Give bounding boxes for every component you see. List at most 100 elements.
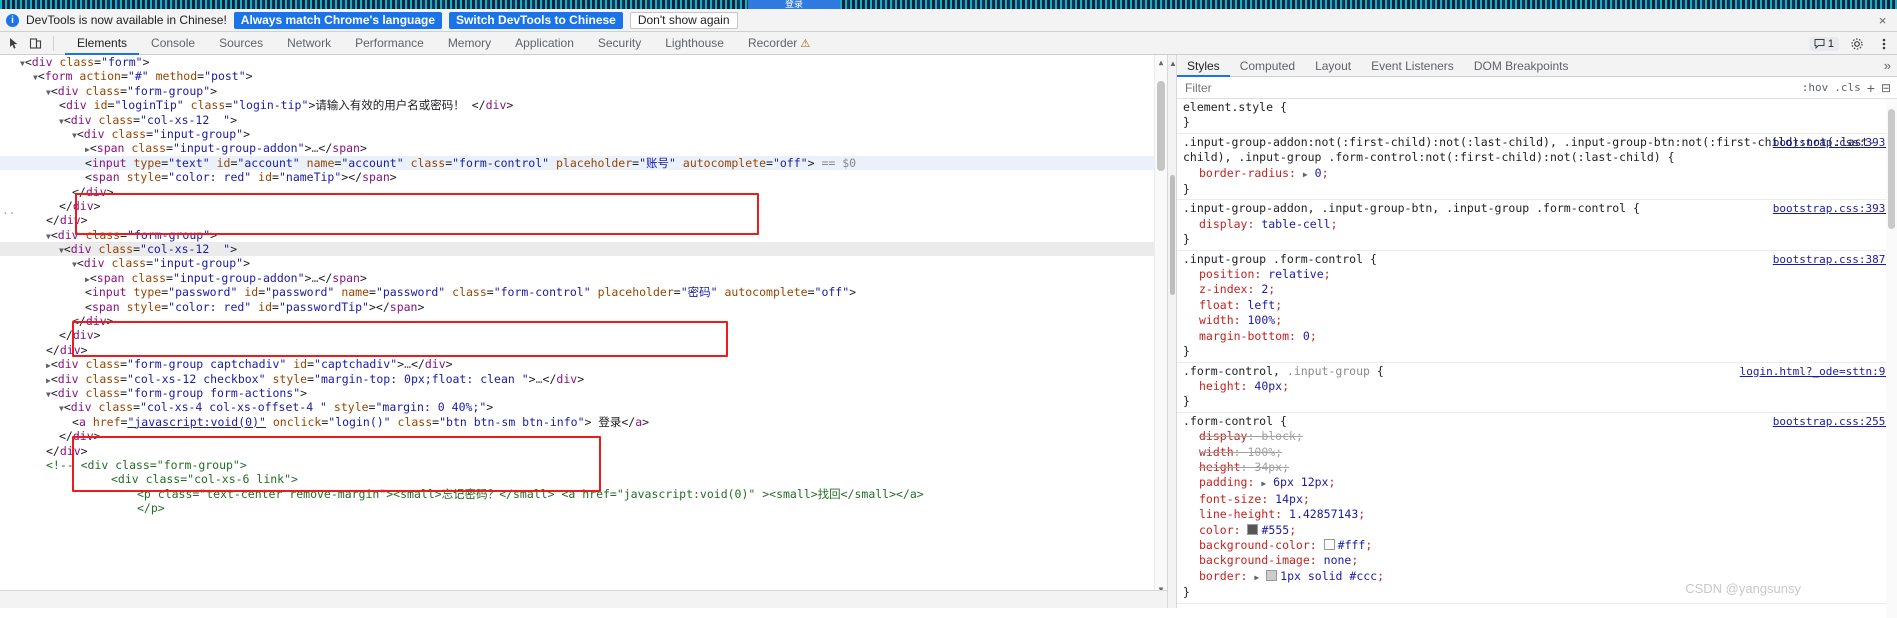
switch-to-chinese-button[interactable]: Switch DevTools to Chinese (449, 11, 623, 29)
always-match-language-button[interactable]: Always match Chrome's language (233, 11, 443, 29)
dom-tree-line[interactable]: ▼<div class="form-group"> (0, 228, 1167, 242)
dom-tree-line[interactable]: </div> (0, 185, 1167, 199)
dom-tree-line[interactable]: </div> (0, 343, 1167, 357)
dom-tree-line[interactable]: ▼<div class="input-group"> (0, 127, 1167, 141)
css-rule[interactable]: login.html?_ode=sttn:95 .form-control, .i… (1177, 363, 1897, 413)
dom-tree-line[interactable]: ▼<form action="#" method="post"> (0, 69, 1167, 83)
inspect-element-icon[interactable] (5, 34, 24, 53)
tree-scrollbar[interactable]: ▲ ▼ (1154, 55, 1167, 608)
message-count-badge[interactable]: 1 (1808, 36, 1839, 51)
css-rule[interactable]: bootstrap.css:3937 .input-group-addon:not… (1177, 134, 1897, 201)
tab-computed[interactable]: Computed (1230, 55, 1305, 77)
chevron-up-icon[interactable]: ▲ (1169, 59, 1177, 68)
tab-layout[interactable]: Layout (1305, 55, 1361, 77)
css-rule[interactable]: bootstrap.css:3877 .input-group .form-con… (1177, 251, 1897, 363)
css-rule[interactable]: bootstrap.css:2552 .form-control {display… (1177, 413, 1897, 604)
dom-tree-line[interactable]: </div> (0, 199, 1167, 213)
css-selector[interactable]: element.style { (1183, 100, 1897, 115)
tab-memory[interactable]: Memory (436, 32, 503, 55)
css-property[interactable]: color: #555; (1183, 523, 1897, 538)
dom-tree-line[interactable]: </p> (0, 501, 1167, 515)
css-property[interactable]: z-index: 2; (1183, 282, 1897, 297)
page-login-button[interactable]: 登录 (748, 0, 840, 9)
css-property[interactable]: background-image: none; (1183, 553, 1897, 568)
splitter-grip[interactable] (1170, 175, 1175, 295)
tab-dom-breakpoints[interactable]: DOM Breakpoints (1464, 55, 1579, 77)
dom-tree-line[interactable]: ▶<span class="input-group-addon">…</span… (0, 141, 1167, 155)
css-source-link[interactable]: login.html?_ode=sttn:95 (1740, 364, 1892, 379)
dom-tree-line[interactable]: ▶<div class="form-group captchadiv" id="… (0, 357, 1167, 371)
tab-event-listeners[interactable]: Event Listeners (1361, 55, 1464, 77)
dom-tree-line[interactable]: ▼<div class="col-xs-4 col-xs-offset-4 " … (0, 400, 1167, 414)
dom-tree-line[interactable]: <span style="color: red" id="passwordTip… (0, 300, 1167, 314)
tab-application[interactable]: Application (503, 32, 586, 55)
css-source-link[interactable]: bootstrap.css:3877 (1773, 252, 1892, 267)
css-property[interactable]: padding: ▶ 6px 12px; (1183, 475, 1897, 491)
dom-tree-line[interactable]: </div> (0, 429, 1167, 443)
chevron-right-icon[interactable]: » (1884, 58, 1891, 73)
dom-tree-line[interactable]: ▼<div class="input-group"> (0, 256, 1167, 270)
dom-tree-line[interactable]: ▼<div class="form"> (0, 55, 1167, 69)
dom-tree-line[interactable]: <p class="text-center remove-margin"><sm… (0, 487, 1167, 501)
device-toolbar-icon[interactable] (26, 34, 45, 53)
css-property[interactable]: font-size: 14px; (1183, 492, 1897, 507)
tab-lighthouse[interactable]: Lighthouse (653, 32, 736, 55)
css-property[interactable]: width: 100%; (1183, 313, 1897, 328)
dom-tree-line[interactable]: ▼<div class="form-group form-actions"> (0, 386, 1167, 400)
styles-scroll-thumb[interactable] (1888, 109, 1895, 229)
css-rules-list[interactable]: element.style {} bootstrap.css:3937 .input… (1177, 99, 1897, 618)
tab-elements[interactable]: Elements (65, 32, 140, 55)
css-property[interactable]: height: 40px; (1183, 379, 1897, 394)
kebab-menu-icon[interactable] (1874, 34, 1893, 53)
css-property[interactable]: background-color: #fff; (1183, 538, 1897, 553)
hover-state-button[interactable]: :hov (1802, 81, 1829, 94)
tree-scroll-thumb[interactable] (1157, 81, 1165, 171)
dont-show-again-button[interactable]: Don't show again (629, 11, 738, 29)
dom-tree-line[interactable]: ▶<div class="col-xs-12 checkbox" style="… (0, 372, 1167, 386)
dom-tree-line[interactable]: ▼<div class="col-xs-12 "> (0, 113, 1167, 127)
styles-scrollbar[interactable] (1886, 99, 1897, 618)
dom-tree-line[interactable]: ▼<div class="col-xs-12 "> (0, 242, 1167, 257)
tab-network[interactable]: Network (275, 32, 343, 55)
dom-tree-line[interactable]: </div> (0, 444, 1167, 458)
css-property[interactable]: height: 34px; (1183, 460, 1897, 475)
dom-tree-line[interactable]: <input type="text" id="account" name="ac… (0, 155, 1167, 171)
css-source-link[interactable]: bootstrap.css:3932 (1773, 201, 1892, 216)
elements-dom-tree[interactable]: ▼<div class="form"> ▼<form action="#" met… (0, 55, 1167, 608)
tab-performance[interactable]: Performance (343, 32, 436, 55)
css-property[interactable]: position: relative; (1183, 267, 1897, 282)
tab-styles[interactable]: Styles (1177, 55, 1230, 77)
dom-tree-line[interactable]: </div> (0, 328, 1167, 342)
dom-tree-line[interactable]: <span style="color: red" id="nameTip"></… (0, 170, 1167, 184)
new-style-rule-button[interactable]: + (1867, 80, 1875, 96)
dom-tree-line[interactable]: <!-- <div class="form-group"> (0, 458, 1167, 472)
tab-console[interactable]: Console (139, 32, 207, 55)
filter-input[interactable] (1183, 79, 1796, 96)
scroll-up-icon[interactable]: ▲ (1155, 57, 1167, 69)
dom-tree-line[interactable]: </div> (0, 314, 1167, 328)
css-property[interactable]: line-height: 1.42857143; (1183, 507, 1897, 522)
gear-icon[interactable] (1847, 34, 1866, 53)
dom-tree-line[interactable]: <a href="javascript:void(0)" onclick="lo… (0, 415, 1167, 429)
css-property[interactable]: display: table-cell; (1183, 217, 1897, 232)
css-source-link[interactable]: bootstrap.css:2552 (1773, 414, 1892, 429)
css-rule[interactable]: element.style {} (1177, 99, 1897, 134)
dom-tree-line[interactable]: <div id="loginTip" class="login-tip">请输入… (0, 98, 1167, 112)
tab-sources[interactable]: Sources (207, 32, 275, 55)
css-property[interactable]: width: 100%; (1183, 445, 1897, 460)
css-source-link[interactable]: bootstrap.css:3937 (1773, 135, 1892, 150)
dom-tree-line[interactable]: ▶<span class="input-group-addon">…</span… (0, 271, 1167, 285)
class-filter-button[interactable]: .cls (1834, 81, 1861, 94)
close-icon[interactable]: × (1876, 14, 1889, 27)
css-property[interactable]: margin-bottom: 0; (1183, 329, 1897, 344)
dom-tree-line[interactable]: <input type="password" id="password" nam… (0, 285, 1167, 299)
pane-splitter[interactable]: ▲ (1167, 55, 1177, 608)
dom-tree-line[interactable]: <div class="col-xs-6 link"> (0, 472, 1167, 486)
dom-tree-line[interactable]: </div> (0, 213, 1167, 227)
layers-icon[interactable]: ⊟ (1881, 81, 1891, 95)
css-property[interactable]: border-radius: ▶ 0; (1183, 166, 1897, 182)
css-property[interactable]: float: left; (1183, 298, 1897, 313)
tab-recorder[interactable]: Recorder ⚠ (736, 32, 822, 55)
dom-tree-line[interactable]: ▼<div class="form-group"> (0, 84, 1167, 98)
css-rule[interactable]: bootstrap.css:3932 .input-group-addon, .i… (1177, 200, 1897, 251)
